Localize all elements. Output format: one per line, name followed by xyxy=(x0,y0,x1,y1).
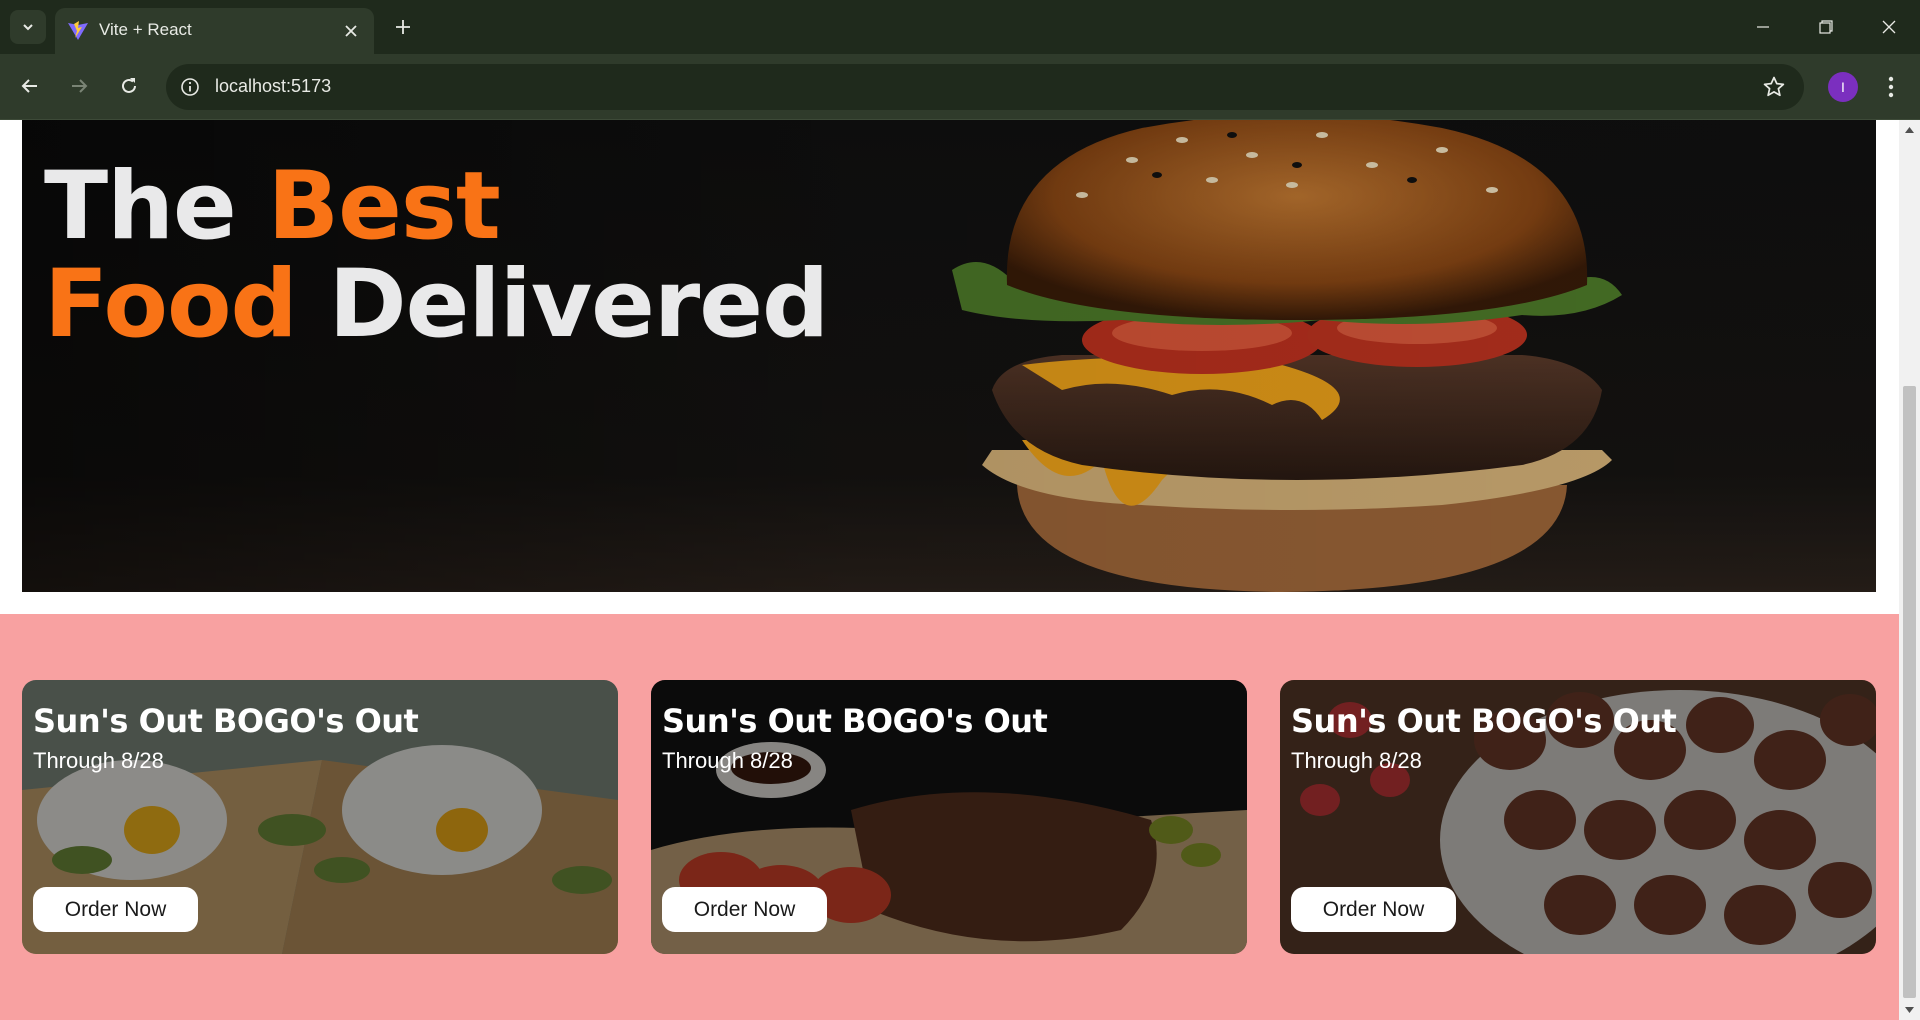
triangle-up-icon xyxy=(1905,127,1914,133)
minimize-icon xyxy=(1757,26,1769,28)
info-icon[interactable] xyxy=(180,77,200,97)
forward-button[interactable] xyxy=(62,69,96,103)
browser-tab-active[interactable]: Vite + React xyxy=(55,8,374,54)
restore-button[interactable] xyxy=(1795,0,1857,54)
browser-toolbar: localhost:5173 I xyxy=(0,54,1920,120)
new-tab-button[interactable] xyxy=(388,12,418,42)
star-icon[interactable] xyxy=(1762,75,1786,99)
tab-close-button[interactable] xyxy=(338,18,364,44)
browser-tab-bar: Vite + React xyxy=(0,0,1920,54)
promo-section: Sun's Out BOGO's Out Through 8/28 Order … xyxy=(0,614,1899,1020)
profile-avatar[interactable]: I xyxy=(1828,72,1858,102)
promo-subtitle: Through 8/28 xyxy=(33,748,164,773)
order-now-button[interactable]: Order Now xyxy=(33,887,198,932)
reload-button[interactable] xyxy=(112,69,146,103)
kebab-icon xyxy=(1888,76,1894,98)
scroll-up-button[interactable] xyxy=(1899,120,1920,140)
promo-title: Sun's Out BOGO's Out xyxy=(1291,702,1677,740)
hero-word: The xyxy=(44,152,237,261)
promo-card: Sun's Out BOGO's Out Through 8/28 Order … xyxy=(22,680,618,954)
window-close-button[interactable] xyxy=(1858,0,1920,54)
reload-icon xyxy=(122,78,136,93)
address-bar[interactable]: localhost:5173 xyxy=(166,64,1804,110)
triangle-down-icon xyxy=(1905,1007,1914,1013)
hero-word: Delivered xyxy=(328,250,830,359)
restore-icon xyxy=(1819,20,1833,34)
hero-accent-word: Best xyxy=(267,152,501,261)
promo-title: Sun's Out BOGO's Out xyxy=(33,702,419,740)
promo-card: Sun's Out BOGO's Out Through 8/28 Order … xyxy=(1280,680,1876,954)
minimize-button[interactable] xyxy=(1732,0,1794,54)
page-scrollbar[interactable] xyxy=(1899,120,1920,1020)
promo-title: Sun's Out BOGO's Out xyxy=(662,702,1048,740)
hero-banner: The Best Food Delivered xyxy=(22,120,1876,592)
arrow-left-icon xyxy=(21,79,37,93)
hero-accent-word: Food xyxy=(44,250,298,359)
order-now-button[interactable]: Order Now xyxy=(662,887,827,932)
back-button[interactable] xyxy=(13,69,47,103)
plus-icon xyxy=(396,20,410,34)
vite-logo-icon xyxy=(68,21,88,40)
scroll-down-button[interactable] xyxy=(1899,1000,1920,1020)
hero-heading: The Best Food Delivered xyxy=(44,158,829,354)
url-text[interactable]: localhost:5173 xyxy=(215,76,331,97)
promo-subtitle: Through 8/28 xyxy=(1291,748,1422,773)
close-icon xyxy=(1882,20,1896,34)
scroll-thumb[interactable] xyxy=(1903,386,1916,998)
promo-card: Sun's Out BOGO's Out Through 8/28 Order … xyxy=(651,680,1247,954)
tab-search-button[interactable] xyxy=(10,10,46,44)
chevron-down-icon xyxy=(23,24,33,31)
promo-subtitle: Through 8/28 xyxy=(662,748,793,773)
arrow-right-icon xyxy=(72,79,88,93)
browser-menu-button[interactable] xyxy=(1876,70,1906,104)
page-viewport: The Best Food Delivered Sun's Out BOGO's… xyxy=(0,120,1899,1020)
tab-title: Vite + React xyxy=(99,20,192,39)
order-now-button[interactable]: Order Now xyxy=(1291,887,1456,932)
close-icon xyxy=(345,25,357,37)
